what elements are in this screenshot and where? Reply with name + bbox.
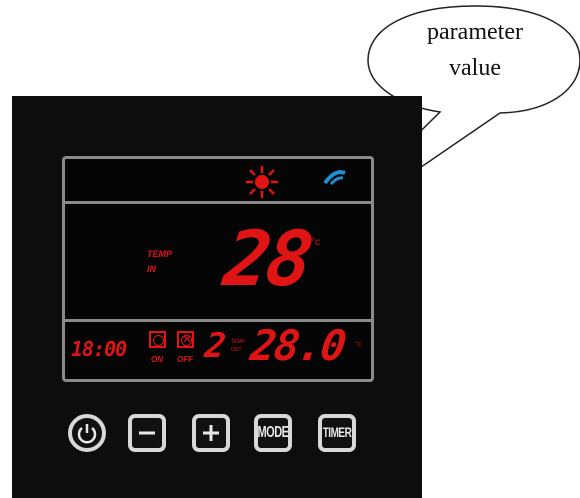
minus-icon — [139, 431, 155, 435]
outdoor-temperature: 28.0 — [247, 321, 348, 370]
main-temperature: 28 — [218, 214, 315, 303]
minus-button[interactable] — [128, 414, 166, 452]
callout-text: parameter value — [368, 14, 580, 86]
timer-on-label: ON — [151, 355, 163, 364]
wifi-icon — [323, 170, 346, 185]
controller-panel: TEMP IN 28 °c 18:00 ON OFF 2 TEMP OUT 28… — [12, 96, 422, 498]
callout-line-1: parameter — [427, 19, 523, 45]
sun-icon — [246, 166, 278, 198]
timer-button[interactable]: TIMER — [318, 414, 356, 452]
lcd-top-divider — [65, 201, 371, 204]
main-temp-unit: °c — [311, 237, 320, 248]
mode-button-label: MODE — [257, 424, 290, 442]
timer-off-icon — [177, 331, 194, 348]
temp-out-label-2: OUT — [231, 347, 242, 353]
timer-button-label: TIMER — [322, 425, 352, 441]
timer-off-label: OFF — [177, 355, 193, 364]
lcd-display: TEMP IN 28 °c 18:00 ON OFF 2 TEMP OUT 28… — [62, 156, 374, 382]
temp-out-label-1: TEMP — [231, 339, 245, 345]
power-icon — [77, 424, 97, 444]
mode-digit: 2 — [202, 326, 227, 366]
timer-on-icon — [149, 331, 166, 348]
plus-button[interactable] — [192, 414, 230, 452]
power-button[interactable] — [68, 414, 106, 452]
mode-button[interactable]: MODE — [254, 414, 292, 452]
out-temp-unit: °c — [355, 341, 362, 348]
clock-readout: 18:00 — [71, 337, 127, 361]
temp-in-label-1: TEMP — [147, 249, 173, 259]
plus-icon — [203, 425, 219, 441]
temp-in-label-2: IN — [147, 264, 156, 274]
callout-line-2: value — [449, 55, 501, 81]
